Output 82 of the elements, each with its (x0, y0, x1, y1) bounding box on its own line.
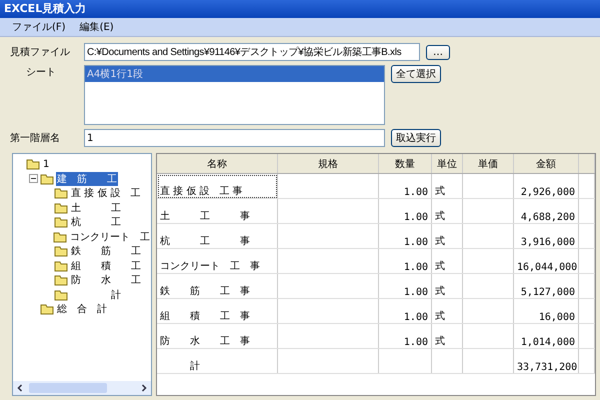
table-cell (462, 348, 514, 374)
folder-icon (53, 230, 67, 243)
table-cell: 1.00 (378, 248, 432, 274)
column-header[interactable]: 名称 (157, 154, 278, 174)
folder-icon (54, 288, 68, 301)
table-cell (462, 174, 514, 198)
table-cell: 式 (432, 198, 462, 224)
tree-item[interactable]: 総 合 計 (56, 302, 108, 316)
collapse-icon[interactable] (29, 174, 38, 184)
column-header[interactable]: 単位 (432, 154, 462, 174)
folder-icon (54, 274, 68, 286)
column-header[interactable]: 金額 (514, 154, 578, 174)
table-cell: 直 接 仮 設 工 事 (157, 174, 278, 198)
tree-item[interactable]: 建 筋 工 (56, 172, 118, 186)
table-cell (432, 348, 462, 374)
tree-item[interactable]: 直 接 仮 設 工 (70, 186, 142, 200)
table-cell (462, 224, 514, 248)
table-cell: 計 (157, 348, 278, 374)
table-cell: 式 (432, 324, 462, 348)
window-title: EXCEL見積入力 (0, 0, 600, 18)
table-cell: 1.00 (378, 274, 432, 298)
table-cell (378, 348, 432, 374)
table-cell: 式 (432, 174, 462, 198)
table-cell: 式 (432, 274, 462, 298)
menu-item[interactable]: 編集(E) (80, 20, 114, 34)
table-cell: 33,731,200 (514, 348, 578, 374)
folder-icon (54, 260, 68, 272)
table-cell: 2,926,000 (514, 174, 578, 198)
select-all-button[interactable]: 全て選択 (391, 65, 441, 83)
folder-icon (54, 216, 68, 228)
table-cell: 組 積 工 事 (157, 298, 278, 324)
table-cell: 1.00 (378, 298, 432, 324)
import-button[interactable]: 取込実行 (391, 129, 441, 147)
table-cell: 3,916,000 (514, 224, 578, 248)
folder-icon (54, 202, 68, 214)
tree-item[interactable]: コンクリート 工 (69, 230, 151, 244)
table-cell: 5,127,000 (514, 274, 578, 298)
table-cell: 16,000 (514, 298, 578, 324)
table-cell: 16,044,000 (514, 248, 578, 274)
tree-item[interactable]: 防 水 工 (70, 273, 142, 288)
tree-item[interactable]: 組 積 工 (70, 258, 142, 273)
column-header[interactable]: 数量 (378, 154, 432, 174)
folder-icon (54, 245, 68, 258)
column-header[interactable]: 規格 (278, 154, 378, 174)
file-label: 見積ファイル (10, 46, 71, 59)
table-cell (462, 198, 514, 224)
menu-item[interactable]: ファイル(F) (12, 20, 66, 34)
table-cell: 式 (432, 248, 462, 274)
table-cell: 1.00 (378, 174, 432, 198)
folder-icon (40, 303, 54, 316)
folder-icon (26, 158, 40, 170)
tree-item[interactable]: 鉄 筋 工 (70, 244, 142, 258)
table-cell: 土 工 事 (157, 198, 278, 224)
folder-icon (40, 172, 54, 185)
tree-item[interactable]: 計 (70, 288, 122, 302)
table-cell: 1.00 (378, 324, 432, 348)
table-cell (462, 248, 514, 274)
tree-item[interactable]: 1 (42, 158, 50, 170)
sheet-label: シート (25, 66, 57, 79)
sheet-item[interactable]: A4横1行1段 (85, 66, 384, 82)
table-cell: 1.00 (378, 198, 432, 224)
table-cell: 杭 工 事 (157, 224, 278, 248)
column-header[interactable]: 単価 (462, 154, 514, 174)
file-path-field[interactable]: C:¥Documents and Settings¥91146¥デスクトップ¥協栄ビル新築工事B.xls (84, 43, 420, 61)
table-cell: 式 (432, 298, 462, 324)
table-cell (462, 298, 514, 324)
table-cell: 鉄 筋 工 事 (157, 274, 278, 298)
table-cell: 防 水 工 事 (157, 324, 278, 348)
level-name-field[interactable]: 1 (84, 129, 385, 147)
table-cell (462, 274, 514, 298)
table-cell: 1.00 (378, 224, 432, 248)
table-cell: 式 (432, 224, 462, 248)
browse-button[interactable]: … (426, 44, 450, 60)
tree-item[interactable]: 土 工 (70, 200, 122, 215)
table-cell: 1,014,000 (514, 324, 578, 348)
horizontal-scrollbar[interactable] (13, 381, 151, 395)
table-cell: コンクリート 工 事 (157, 248, 278, 274)
sheet-list[interactable]: A4横1行1段 (84, 65, 385, 125)
table-cell (462, 324, 514, 348)
tree-item[interactable]: 杭 工 (70, 215, 122, 230)
level-label: 第一階層名 (10, 132, 61, 145)
table-cell: 4,688,200 (514, 198, 578, 224)
